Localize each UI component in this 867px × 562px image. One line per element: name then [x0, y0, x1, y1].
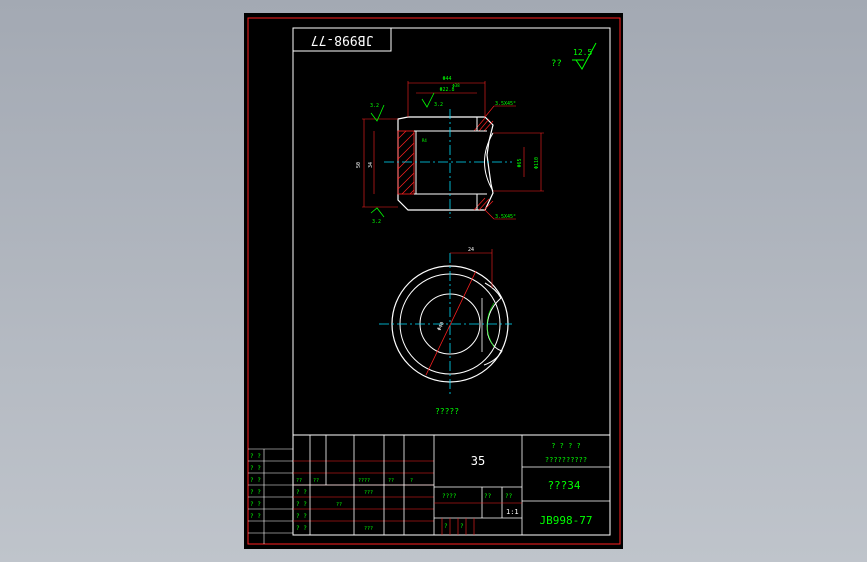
tb-rev-label-3: ?? [388, 478, 394, 484]
tb-part-name: ???34 [547, 479, 580, 492]
tb-drawing-number: JB998-77 [540, 514, 593, 527]
tb-sign-label-3: ? ? [296, 525, 307, 532]
title-box-text: JB998-77 [311, 32, 374, 47]
tb-left-label-2: ? ? [250, 477, 261, 484]
tb-scale-col: ?? [505, 493, 513, 500]
tb-rev-label-2: ???? [358, 478, 370, 484]
tb-weight-header: ?? [484, 493, 492, 500]
tb-company-line2: ?????????? [545, 456, 587, 464]
dim-roughness-top: 3.2 [434, 102, 443, 108]
tb-rev-label-0: ?? [296, 478, 302, 484]
drawing-sheet: JB998-77 ?? 12.5 Φ44 Φ22.8 Φ38 3.2 3.5X4… [244, 13, 623, 549]
tb-left-label-1: ? ? [250, 465, 261, 472]
tb-rev-label-1: ?? [313, 478, 319, 484]
tb-sign-label-2: ? ? [296, 513, 307, 520]
tb-sign-label-0: ? ? [296, 489, 307, 496]
dim-chamfer-bottom: 3.5X45° [495, 214, 516, 220]
plan-view: Φ40 24 [379, 247, 512, 395]
tb-scale-header: ???? [442, 493, 457, 500]
tb-company-line1: ? ? ? ? [551, 442, 581, 450]
tb-left-label-3: ? ? [250, 489, 261, 496]
dim-small-label: R4 [422, 138, 427, 143]
tb-date-label-0: ??? [364, 490, 373, 496]
technical-note: ????? [435, 407, 459, 416]
roughness-prefix: ?? [551, 59, 562, 69]
tb-sign-label-1: ? ? [296, 501, 307, 508]
cad-drawing: JB998-77 ?? 12.5 Φ44 Φ22.8 Φ38 3.2 3.5X4… [247, 17, 621, 545]
section-view: Φ44 Φ22.8 Φ38 3.2 3.5X45° 3.5X45° 50 34 … [356, 76, 544, 225]
dim-chamfer-top: 3.5X45° [495, 101, 516, 107]
roughness-symbol: ?? 12.5 [551, 42, 597, 70]
plan-dia-label: Φ40 [436, 321, 445, 332]
tb-material: 35 [471, 454, 485, 468]
tb-scale-value: 1:1 [506, 508, 519, 516]
dim-right-inner: Φ65 [517, 158, 523, 167]
dim-left-height: 50 [356, 162, 362, 168]
roughness-left-bottom: 3.2 [372, 219, 381, 225]
dim-top-inner1: Φ38 [452, 83, 460, 88]
tb-left-label-0: ? ? [250, 453, 261, 460]
tb-sheet-label-1: ? [444, 523, 448, 530]
tb-date-label-2: ?? [336, 502, 342, 508]
roughness-left-top: 3.2 [370, 103, 379, 109]
plan-dim-top: 24 [468, 247, 474, 253]
dim-right-outer: Φ110 [534, 157, 540, 169]
tb-sheet-label-2: ? [460, 523, 464, 530]
tb-rev-label-4: ? [410, 478, 413, 484]
plan-dia-leader [425, 270, 477, 376]
tb-date-label-1: ??? [364, 526, 373, 532]
tb-left-label-4: ? ? [250, 501, 261, 508]
dim-left-inner: 34 [368, 162, 374, 168]
tb-left-label-5: ? ? [250, 513, 261, 520]
title-block: ? ? ? ? ? ? ? ? ? ? ? ? ?? ?? ???? ?? ? … [248, 434, 611, 544]
dim-top-outer: Φ44 [442, 76, 451, 82]
